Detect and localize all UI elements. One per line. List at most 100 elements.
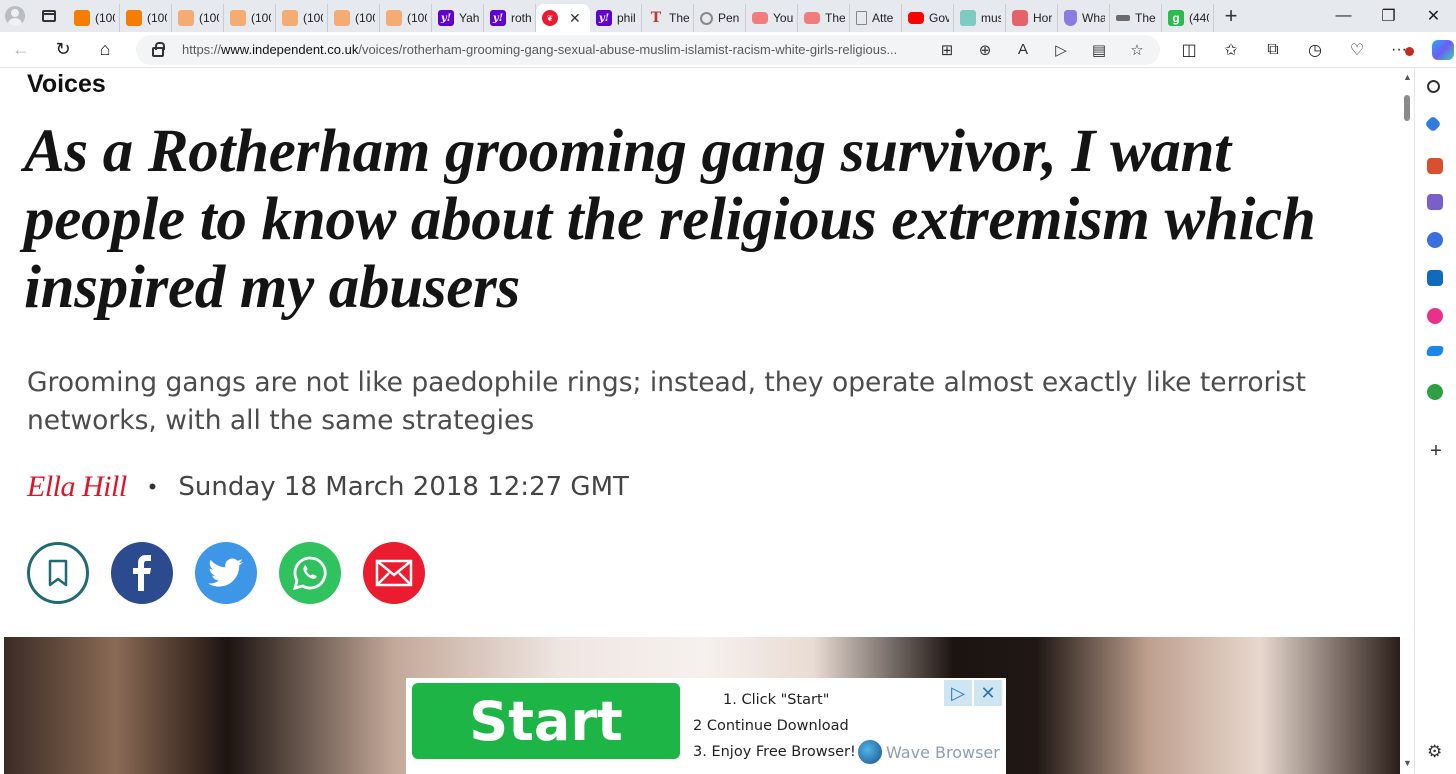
tree-icon[interactable] [1427,384,1443,400]
scroll-down-arrow-icon[interactable]: ▼ [1403,758,1412,768]
outlook-icon[interactable] [1427,270,1443,286]
ad-step-1: 1. Click "Start" [723,692,830,708]
bookmark-button[interactable] [27,542,89,604]
red-mic-favicon-icon [1012,10,1028,26]
tab-title: Atte [872,11,894,25]
tab-title: (100 [199,11,219,25]
facebook-share-button[interactable] [111,542,173,604]
ad-banner[interactable]: Start 1. Click "Start" 2 Continue Downlo… [406,678,1006,774]
sidebar-settings-icon[interactable]: ⚙ [1427,742,1442,762]
drop-icon[interactable] [1425,346,1445,356]
refresh-button[interactable]: ↻ [42,32,84,68]
browser-tab[interactable]: (100 [68,4,120,32]
browser-tab[interactable]: Wha [1058,4,1110,32]
email-share-button[interactable] [363,542,425,604]
browser-essentials-icon[interactable]: ♡ [1340,40,1374,60]
tab-title: Pen [718,11,740,25]
browser-tab[interactable]: y! roth [484,4,536,32]
copilot-icon[interactable] [1432,39,1454,60]
microsoft-365-icon[interactable] [1427,232,1443,248]
browser-tab[interactable]: Gov [902,4,954,32]
author-link[interactable]: Ella Hill [27,470,127,504]
independent-favicon-icon: ❦ [542,10,558,26]
tab-title: Yah [459,11,479,25]
tab-title: Gov [929,11,949,25]
history-icon[interactable]: ◷ [1298,40,1332,60]
favorite-star-icon[interactable]: ☆ [1128,41,1146,59]
wave-browser-logo-icon [858,740,882,764]
article-headline: As a Rotherham grooming gang survivor, I… [24,118,1316,321]
add-sidebar-app-button[interactable]: + [1427,440,1445,463]
browser-tab[interactable]: (100 [120,4,172,32]
browser-tab[interactable]: (100 [380,4,432,32]
search-icon[interactable] [1427,80,1440,93]
section-label[interactable]: Voices [27,70,106,99]
window-controls: — ❐ ✕ [1321,0,1456,32]
tab-list: (100 (100 (100 (100 (100 (100 (100 y! Yah y! roth ❦… [68,0,1214,32]
games-icon[interactable] [1427,194,1443,210]
browser-tab[interactable]: y! phil [590,4,642,32]
app-available-icon[interactable]: ⊞ [938,41,956,59]
favorites-icon[interactable]: ✩ [1214,40,1248,60]
blogger-faded-favicon-icon [178,10,194,26]
video-icon[interactable]: ▷ [1052,41,1070,59]
back-button[interactable]: ← [0,32,42,68]
ad-steps: 1. Click "Start" 2 Continue Download 3. … [693,687,856,765]
share-bar [27,542,425,604]
tab-title: Wha [1082,11,1105,25]
more-menu-icon[interactable]: ··· [1382,41,1416,59]
refresh-icon: ↻ [55,39,71,59]
browser-tab[interactable]: (100 [224,4,276,32]
tab-title: (440 [1189,11,1209,25]
ad-start-button[interactable]: Start [412,683,680,759]
youtube-pale-favicon-icon [752,12,768,24]
designer-icon[interactable] [1427,308,1443,324]
browser-tab[interactable]: Atte [850,4,902,32]
browser-tab[interactable]: Hor [1006,4,1058,32]
browser-tab[interactable]: Pen [694,4,746,32]
lock-icon[interactable] [152,41,165,57]
scroll-up-arrow-icon[interactable]: ▲ [1403,72,1412,82]
tab-title: (100 [407,11,427,25]
browser-tab[interactable]: g (440 [1162,4,1214,32]
browser-tab[interactable]: The [798,4,850,32]
zoom-icon[interactable]: ⊕ [976,41,994,59]
page-scrollbar[interactable]: ▲ ▼ [1401,68,1414,774]
ad-brand-name: Wave Browser [886,742,1000,762]
profile-button[interactable] [0,0,30,32]
browser-tab[interactable]: (100 [276,4,328,32]
close-window-button[interactable]: ✕ [1411,0,1456,32]
browser-tab[interactable]: T The [642,4,694,32]
browser-tab[interactable]: (100 [328,4,380,32]
byline: Ella Hill • Sunday 18 March 2018 12:27 G… [27,470,629,504]
browser-tab[interactable]: (100 [172,4,224,32]
browser-tab[interactable]: The [1110,4,1162,32]
shopping-tag-icon[interactable] [1424,115,1442,133]
immersive-reader-icon[interactable]: ▤ [1090,41,1108,59]
collections-icon[interactable]: ⧉ [1256,41,1290,59]
tab-actions-button[interactable] [30,0,68,32]
tab-title: The [1135,11,1156,25]
twitter-share-button[interactable] [195,542,257,604]
home-button[interactable]: ⌂ [84,32,126,68]
browser-tab[interactable]: You [746,4,798,32]
close-tab-icon[interactable]: ✕ [569,10,581,27]
new-tab-button[interactable]: + [1214,0,1248,32]
adchoices-icon[interactable]: ▷ [944,680,972,706]
ad-close-icon[interactable]: ✕ [974,680,1002,706]
read-aloud-icon[interactable]: A [1014,41,1032,58]
url-text[interactable]: https://www.independent.co.uk/voices/rot… [182,42,912,57]
scroll-thumb[interactable] [1404,95,1410,121]
tools-icon[interactable] [1427,158,1443,174]
browser-tab[interactable]: y! Yah [432,4,484,32]
green-g-favicon-icon: g [1168,10,1184,26]
browser-tab[interactable]: mus [954,4,1006,32]
whatsapp-share-button[interactable] [279,542,341,604]
minimize-button[interactable]: — [1321,0,1366,32]
tab-title: (100 [355,11,375,25]
restore-button[interactable]: ❐ [1366,0,1411,32]
browser-tab[interactable]: ❦ ✕ [536,4,590,32]
tab-title: The [669,11,689,25]
split-screen-icon[interactable]: ◫ [1172,40,1206,60]
address-bar[interactable]: https://www.independent.co.uk/voices/rot… [136,34,1160,65]
